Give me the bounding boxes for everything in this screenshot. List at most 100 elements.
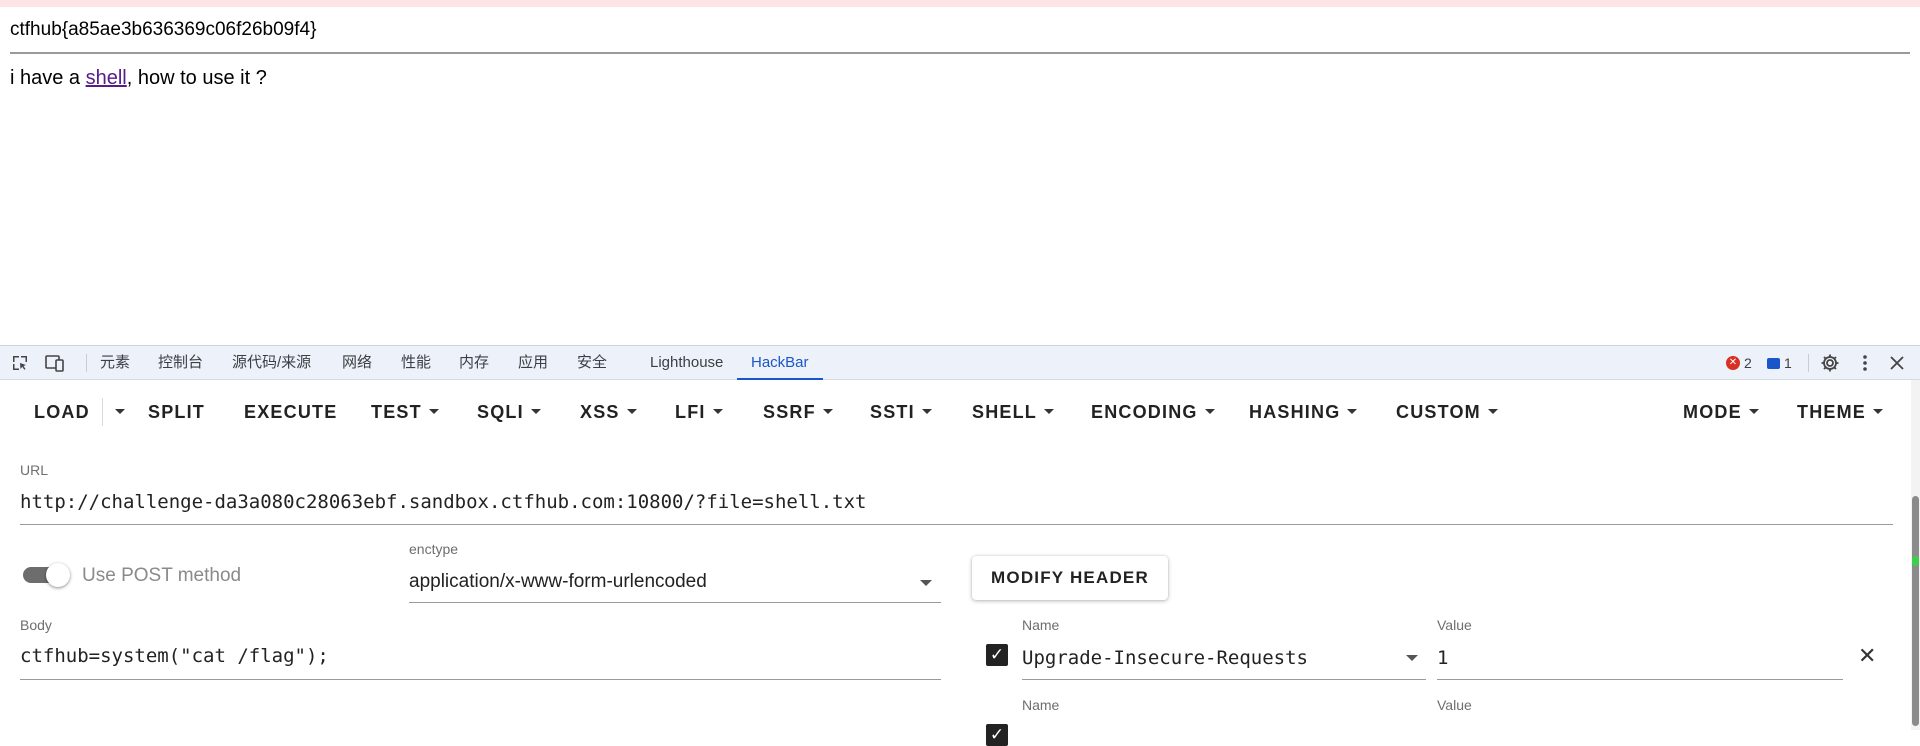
post-toggle-switch[interactable] xyxy=(46,563,70,587)
header-value-input[interactable]: 1 xyxy=(1437,647,1448,669)
ssrf-label: SSRF xyxy=(763,402,816,422)
flag-text: ctfhub{a85ae3b636369c06f26b09f4} xyxy=(10,19,317,40)
header-value-label: Value xyxy=(1437,697,1472,713)
hackbar-toolbar: LOAD SPLIT EXECUTE TEST SQLI XSS LFI SSR… xyxy=(0,380,1910,442)
top-strip xyxy=(0,0,1920,7)
tab-lighthouse[interactable]: Lighthouse xyxy=(650,346,723,380)
message-icon xyxy=(1767,357,1780,369)
chevron-down-icon xyxy=(712,408,723,414)
encoding-menu-button[interactable]: ENCODING xyxy=(1091,394,1215,430)
url-label: URL xyxy=(20,462,49,478)
shell-hint-text: i have a shell, how to use it ? xyxy=(10,67,267,90)
body-underline xyxy=(20,679,941,680)
lfi-label: LFI xyxy=(675,402,706,422)
chevron-down-icon xyxy=(530,408,541,414)
chevron-down-icon xyxy=(1748,408,1759,414)
gear-icon[interactable] xyxy=(1820,353,1840,373)
ssrf-menu-button[interactable]: SSRF xyxy=(763,394,833,430)
shell-label: SHELL xyxy=(972,402,1038,422)
scrollbar-marker xyxy=(1912,556,1919,566)
chevron-down-icon xyxy=(1487,408,1498,414)
tab-network[interactable]: 网络 xyxy=(342,346,372,380)
tab-separator xyxy=(86,354,87,372)
header-name-input[interactable]: Upgrade-Insecure-Requests xyxy=(1022,647,1308,669)
tab-memory[interactable]: 内存 xyxy=(459,346,489,380)
execute-button[interactable]: EXECUTE xyxy=(244,394,337,430)
error-count: 2 xyxy=(1744,355,1752,371)
chevron-down-icon xyxy=(1044,408,1055,414)
tab-performance[interactable]: 性能 xyxy=(401,346,431,380)
mode-menu-button[interactable]: MODE xyxy=(1683,394,1759,430)
chevron-down-icon xyxy=(626,408,637,414)
message-counter[interactable]: 1 xyxy=(1767,346,1792,380)
header-name-label: Name xyxy=(1022,617,1060,633)
theme-menu-button[interactable]: THEME xyxy=(1797,394,1883,430)
encoding-label: ENCODING xyxy=(1091,402,1198,422)
more-options-icon[interactable] xyxy=(1855,353,1875,373)
enctype-select[interactable]: application/x-www-form-urlencoded xyxy=(409,571,707,593)
chevron-down-icon[interactable] xyxy=(920,580,932,586)
chevron-down-icon xyxy=(1347,408,1358,414)
tab-application[interactable]: 应用 xyxy=(518,346,548,380)
chevron-down-icon xyxy=(1873,408,1883,414)
test-menu-button[interactable]: TEST xyxy=(371,394,439,430)
sqli-label: SQLI xyxy=(477,402,524,422)
chevron-down-icon xyxy=(115,408,125,414)
hashing-menu-button[interactable]: HASHING xyxy=(1249,394,1358,430)
mode-label: MODE xyxy=(1683,402,1742,422)
load-split-divider xyxy=(102,398,103,426)
remove-header-button[interactable]: ✕ xyxy=(1858,643,1876,669)
device-toolbar-icon[interactable] xyxy=(45,353,65,373)
load-dropdown-button[interactable] xyxy=(108,394,125,430)
xss-label: XSS xyxy=(580,402,620,422)
error-icon: ✕ xyxy=(1726,356,1740,370)
scrollbar-thumb[interactable] xyxy=(1912,496,1919,726)
close-icon[interactable] xyxy=(1887,353,1907,373)
message-count: 1 xyxy=(1784,355,1792,371)
theme-label: THEME xyxy=(1797,402,1866,422)
header-checkbox[interactable]: ✓ xyxy=(986,644,1008,666)
enctype-underline xyxy=(409,602,941,603)
custom-menu-button[interactable]: CUSTOM xyxy=(1396,394,1498,430)
header-checkbox[interactable]: ✓ xyxy=(986,724,1008,746)
modify-header-button[interactable]: MODIFY HEADER xyxy=(972,556,1168,600)
tab-console[interactable]: 控制台 xyxy=(158,346,203,380)
load-button[interactable]: LOAD xyxy=(34,394,90,430)
url-underline xyxy=(20,524,1893,525)
tab-hackbar[interactable]: HackBar xyxy=(737,346,822,380)
split-button[interactable]: SPLIT xyxy=(148,394,205,430)
xss-menu-button[interactable]: XSS xyxy=(580,394,637,430)
chevron-down-icon xyxy=(822,408,833,414)
custom-label: CUSTOM xyxy=(1396,402,1481,422)
horizontal-rule xyxy=(10,52,1910,54)
enctype-label: enctype xyxy=(409,541,459,557)
devtools-tabbar: 元素 控制台 源代码/来源 网络 性能 内存 应用 安全 Lighthouse … xyxy=(0,346,1920,380)
tab-sources[interactable]: 源代码/来源 xyxy=(232,346,311,380)
header-value-label: Value xyxy=(1437,617,1472,633)
chevron-down-icon xyxy=(921,408,932,414)
test-label: TEST xyxy=(371,402,422,422)
shell-link[interactable]: shell xyxy=(86,67,127,89)
lfi-menu-button[interactable]: LFI xyxy=(675,394,723,430)
chevron-down-icon[interactable] xyxy=(1406,655,1418,661)
post-toggle-label: Use POST method xyxy=(82,565,242,586)
error-counter[interactable]: ✕ 2 xyxy=(1726,346,1752,380)
page-content: ctfhub{a85ae3b636369c06f26b09f4} i have … xyxy=(0,0,1920,345)
body-label: Body xyxy=(20,617,52,633)
inspect-element-icon[interactable] xyxy=(10,353,30,373)
tab-elements[interactable]: 元素 xyxy=(100,346,130,380)
toolbar-separator xyxy=(1808,354,1809,372)
shell-menu-button[interactable]: SHELL xyxy=(972,394,1055,430)
ssti-label: SSTI xyxy=(870,402,915,422)
hashing-label: HASHING xyxy=(1249,402,1341,422)
chevron-down-icon xyxy=(1204,408,1215,414)
header-value-underline xyxy=(1437,679,1843,680)
body-input[interactable]: ctfhub=system("cat /flag"); xyxy=(20,645,329,667)
ssti-menu-button[interactable]: SSTI xyxy=(870,394,932,430)
url-input[interactable]: http://challenge-da3a080c28063ebf.sandbo… xyxy=(20,491,866,513)
tab-security[interactable]: 安全 xyxy=(577,346,607,380)
sqli-menu-button[interactable]: SQLI xyxy=(477,394,541,430)
chevron-down-icon xyxy=(428,408,439,414)
header-name-underline xyxy=(1022,679,1426,680)
shell-hint-suffix: , how to use it ? xyxy=(126,67,267,89)
